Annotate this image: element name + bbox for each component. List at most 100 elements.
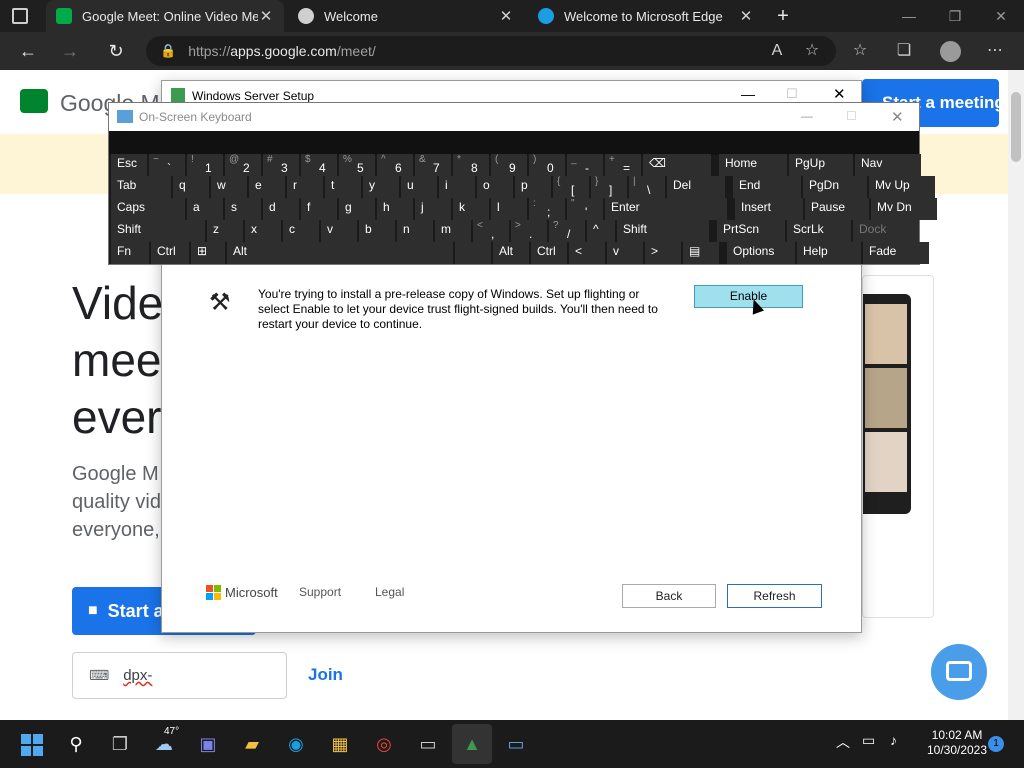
- refresh-button[interactable]: Refresh: [727, 584, 822, 608]
- meeting-code-input[interactable]: ⌨ dpx-: [72, 652, 287, 699]
- osk-key-f[interactable]: f: [301, 198, 337, 220]
- refresh-icon[interactable]: ↻: [100, 32, 132, 70]
- edge-icon[interactable]: ◉: [276, 724, 316, 764]
- osk-key-symbol[interactable]: <,: [473, 220, 509, 242]
- chrome-icon[interactable]: ◎: [364, 724, 404, 764]
- osk-key-e[interactable]: e: [249, 176, 285, 198]
- osk-key-3[interactable]: #3: [263, 154, 299, 176]
- osk-key-options[interactable]: Options: [727, 242, 795, 264]
- osk-key-r[interactable]: r: [287, 176, 323, 198]
- tab-actions-icon[interactable]: [12, 8, 28, 24]
- osk-key-5[interactable]: % 5: [339, 154, 375, 176]
- osk-key-b[interactable]: b: [359, 220, 395, 242]
- osk-key-pgdn[interactable]: PgDn: [803, 176, 867, 198]
- osk-taskbar-icon[interactable]: ▭: [496, 724, 536, 764]
- osk-key-c[interactable]: c: [283, 220, 319, 242]
- osk-key-alt[interactable]: Alt: [493, 242, 529, 264]
- osk-key-q[interactable]: q: [173, 176, 209, 198]
- volume-icon[interactable]: ♪: [890, 732, 897, 748]
- osk-key-fn[interactable]: Fn: [111, 242, 149, 264]
- osk-key-p[interactable]: p: [515, 176, 551, 198]
- osk-key-fade[interactable]: Fade: [863, 242, 929, 264]
- osk-key-esc[interactable]: Esc: [111, 154, 147, 176]
- osk-key-t[interactable]: t: [325, 176, 361, 198]
- setup-taskbar-icon[interactable]: ▲: [452, 724, 492, 764]
- osk-key-x[interactable]: x: [245, 220, 281, 242]
- setup-close-icon[interactable]: ✕: [833, 85, 846, 103]
- search-icon[interactable]: ⚲: [56, 724, 96, 764]
- osk-key-symbol[interactable]: {[: [553, 176, 589, 198]
- profile-avatar-icon[interactable]: [940, 41, 961, 62]
- clock[interactable]: 10:02 AM 10/30/2023: [922, 728, 992, 758]
- osk-key-key[interactable]: [455, 242, 491, 264]
- osk-key-prtscn[interactable]: PrtScn: [717, 220, 785, 242]
- store-icon[interactable]: ▦: [320, 724, 360, 764]
- osk-key-insert[interactable]: Insert: [735, 198, 803, 220]
- restore-icon[interactable]: ❐: [932, 0, 978, 32]
- more-menu-icon[interactable]: ⋯: [980, 32, 1010, 70]
- osk-key-nav[interactable]: Nav: [855, 154, 921, 176]
- osk-key-y[interactable]: y: [363, 176, 399, 198]
- favorites-icon[interactable]: ☆: [845, 32, 875, 70]
- close-tab-icon[interactable]: ✕: [498, 7, 514, 25]
- collections-icon[interactable]: ❏: [889, 32, 919, 70]
- osk-key-symbol[interactable]: ~ `: [149, 154, 185, 176]
- osk-key-symbol[interactable]: _ -: [567, 154, 603, 176]
- osk-key-symbol[interactable]: ⊞: [191, 242, 225, 264]
- osk-key-j[interactable]: j: [415, 198, 451, 220]
- osk-key-l[interactable]: l: [491, 198, 527, 220]
- osk-key-o[interactable]: o: [477, 176, 513, 198]
- close-tab-icon[interactable]: ✕: [738, 7, 754, 25]
- osk-key-ctrl[interactable]: Ctrl: [151, 242, 189, 264]
- osk-key-shift[interactable]: Shift: [111, 220, 205, 242]
- osk-key-symbol[interactable]: <: [569, 242, 605, 264]
- osk-key-i[interactable]: i: [439, 176, 475, 198]
- tab-welcome-edge[interactable]: Welcome to Microsoft Edge ✕: [528, 0, 764, 32]
- osk-close-icon[interactable]: ✕: [891, 108, 904, 126]
- osk-key-symbol[interactable]: + =: [605, 154, 641, 176]
- osk-key-dock[interactable]: Dock: [853, 220, 919, 242]
- osk-key-ctrl[interactable]: Ctrl: [531, 242, 567, 264]
- osk-key-symbol[interactable]: >.: [511, 220, 547, 242]
- osk-key-k[interactable]: k: [453, 198, 489, 220]
- osk-key-6[interactable]: ^ 6: [377, 154, 413, 176]
- file-explorer-icon[interactable]: ▰: [232, 724, 272, 764]
- osk-key-1[interactable]: ! 1: [187, 154, 223, 176]
- close-tab-icon[interactable]: ✕: [258, 7, 274, 25]
- osk-key-mvup[interactable]: Mv Up: [869, 176, 935, 198]
- task-view-icon[interactable]: ❐: [100, 724, 140, 764]
- address-bar[interactable]: 🔒 https://apps.google.com/meet/: [146, 36, 836, 66]
- osk-key-4[interactable]: $4: [301, 154, 337, 176]
- setup-maximize-icon[interactable]: ☐: [786, 86, 798, 102]
- osk-key-scrlk[interactable]: ScrLk: [787, 220, 851, 242]
- osk-key-symbol[interactable]: >: [645, 242, 681, 264]
- osk-key-0[interactable]: ) 0: [529, 154, 565, 176]
- osk-minimize-icon[interactable]: —: [801, 109, 813, 123]
- osk-key-shift[interactable]: Shift: [617, 220, 709, 242]
- minimize-icon[interactable]: —: [886, 0, 932, 32]
- osk-key-w[interactable]: w: [211, 176, 247, 198]
- osk-key-pause[interactable]: Pause: [805, 198, 869, 220]
- scrollbar-thumb[interactable]: [1011, 92, 1021, 162]
- tab-welcome[interactable]: Welcome ✕: [288, 0, 524, 32]
- legal-link[interactable]: Legal: [375, 585, 404, 599]
- osk-key-symbol[interactable]: ▤: [683, 242, 719, 264]
- support-link[interactable]: Support: [299, 585, 341, 599]
- osk-key-s[interactable]: s: [225, 198, 261, 220]
- osk-key-mvdn[interactable]: Mv Dn: [871, 198, 937, 220]
- osk-key-alt[interactable]: Alt: [227, 242, 453, 264]
- osk-key-home[interactable]: Home: [719, 154, 787, 176]
- osk-key-enter[interactable]: Enter: [605, 198, 727, 220]
- terminal-icon[interactable]: ▭: [408, 724, 448, 764]
- osk-key-symbol[interactable]: ^: [587, 220, 615, 242]
- page-scrollbar[interactable]: [1008, 70, 1024, 720]
- osk-key-tab[interactable]: Tab: [111, 176, 171, 198]
- osk-key-pgup[interactable]: PgUp: [789, 154, 853, 176]
- close-window-icon[interactable]: ✕: [978, 0, 1024, 32]
- osk-key-u[interactable]: u: [401, 176, 437, 198]
- osk-key-end[interactable]: End: [733, 176, 801, 198]
- osk-key-help[interactable]: Help: [797, 242, 861, 264]
- tab-google-meet[interactable]: Google Meet: Online Video Meetings ✕: [46, 0, 284, 32]
- start-menu-icon[interactable]: [12, 724, 52, 764]
- osk-key-symbol[interactable]: :;: [529, 198, 565, 220]
